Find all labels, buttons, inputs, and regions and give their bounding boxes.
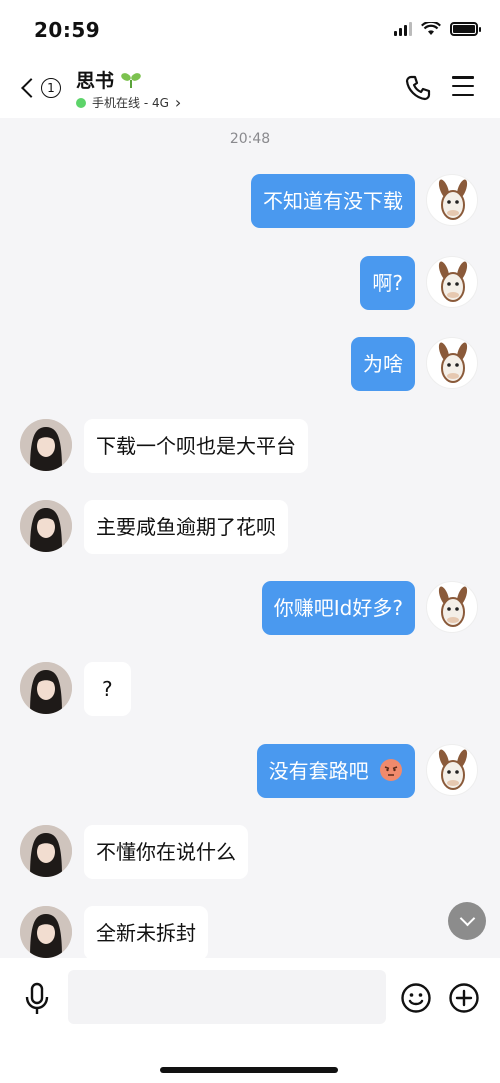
message-timestamp: 20:48: [229, 131, 271, 147]
contact-name-label: 思书: [76, 70, 115, 92]
plus-icon[interactable]: [448, 982, 480, 1014]
message-bubble[interactable]: ?: [84, 662, 131, 716]
sprout-icon: [121, 72, 141, 88]
message-bubble[interactable]: 为啥: [351, 337, 415, 391]
avatar-contact[interactable]: [20, 419, 72, 471]
message-bubble[interactable]: 你赚吧Id好多?: [261, 581, 415, 635]
avatar-contact[interactable]: [20, 500, 72, 552]
avatar-contact[interactable]: [20, 825, 72, 877]
message-input[interactable]: [68, 970, 386, 1024]
online-dot: [76, 97, 86, 108]
message-bubble[interactable]: 不懂你在说什么: [84, 825, 248, 879]
contact-name[interactable]: 思书: [76, 66, 142, 93]
message-bubble[interactable]: 下载一个呗也是大平台: [84, 419, 308, 473]
portrait-avatar-icon: [20, 906, 72, 958]
chat-header: 1 思书 手机在线 - 4G ›: [0, 56, 500, 118]
online-status-label: 手机在线 - 4G: [92, 96, 169, 110]
avatar-self[interactable]: [426, 256, 478, 308]
message-row: 你赚吧Id好多?: [261, 581, 478, 635]
menu-icon[interactable]: [452, 76, 474, 96]
portrait-avatar-icon: [20, 419, 72, 471]
message-bubble[interactable]: 主要咸鱼逾期了花呗: [84, 500, 288, 554]
avatar-self[interactable]: [426, 581, 478, 633]
signal-icon: [394, 22, 412, 36]
message-row: 啊?: [360, 256, 478, 310]
donkey-avatar-icon: [438, 342, 468, 383]
donkey-avatar-icon: [438, 586, 468, 627]
message-bubble[interactable]: 全新未拆封: [84, 906, 208, 958]
input-bar: [0, 958, 500, 1083]
status-time: 20:59: [34, 18, 101, 42]
status-icons: [394, 22, 481, 36]
battery-icon: [450, 22, 481, 36]
message-bubble[interactable]: 没有套路吧: [256, 744, 415, 798]
scroll-to-bottom-button[interactable]: [448, 902, 486, 940]
message-row: 主要咸鱼逾期了花呗: [20, 500, 288, 554]
message-row: 为啥: [351, 337, 478, 391]
wifi-icon: [421, 22, 441, 35]
portrait-avatar-icon: [20, 500, 72, 552]
message-text: 没有套路吧: [268, 759, 369, 783]
back-arrow-icon: [21, 78, 41, 98]
online-status[interactable]: 手机在线 - 4G ›: [76, 94, 181, 111]
chat-area[interactable]: 20:48 不知道有没下载 啊? 为啥 下载一个呗也是大平台 主要咸鱼逾期了花呗…: [0, 118, 500, 958]
portrait-avatar-icon: [20, 662, 72, 714]
chevron-down-icon: [459, 910, 475, 926]
message-bubble[interactable]: 啊?: [360, 256, 415, 310]
portrait-avatar-icon: [20, 825, 72, 877]
message-bubble[interactable]: 不知道有没下载: [251, 174, 415, 228]
message-row: 不懂你在说什么: [20, 825, 248, 879]
emoji-icon[interactable]: [400, 982, 432, 1014]
home-indicator: [160, 1067, 338, 1073]
unread-count-badge: 1: [41, 78, 61, 98]
donkey-avatar-icon: [438, 261, 468, 302]
status-bar: 20:59: [0, 0, 500, 56]
phone-icon[interactable]: [404, 74, 432, 102]
avatar-self[interactable]: [426, 174, 478, 226]
angry-face-icon: [380, 759, 402, 781]
donkey-avatar-icon: [438, 179, 468, 220]
message-row: 全新未拆封: [20, 906, 208, 958]
microphone-icon[interactable]: [22, 982, 52, 1016]
back-button[interactable]: 1: [18, 74, 66, 102]
avatar-self[interactable]: [426, 744, 478, 796]
message-row: 没有套路吧: [256, 744, 478, 798]
message-row: 下载一个呗也是大平台: [20, 419, 308, 473]
message-row: 不知道有没下载: [251, 174, 478, 228]
avatar-contact[interactable]: [20, 662, 72, 714]
chevron-right-icon: ›: [174, 92, 182, 112]
donkey-avatar-icon: [438, 749, 468, 790]
avatar-contact[interactable]: [20, 906, 72, 958]
avatar-self[interactable]: [426, 337, 478, 389]
message-row: ?: [20, 662, 131, 716]
